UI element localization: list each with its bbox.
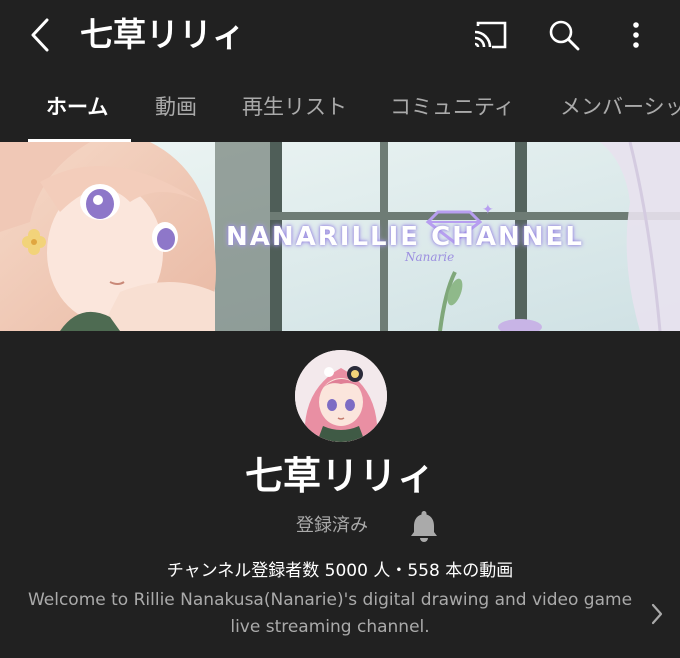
cast-button[interactable] xyxy=(468,14,512,56)
channel-description[interactable]: Welcome to Rillie Nanakusa(Nanarie)'s di… xyxy=(20,587,640,641)
tab-playlists[interactable]: 再生リスト xyxy=(242,90,347,124)
channel-name: 七草リリィ xyxy=(244,454,435,498)
channel-avatar[interactable] xyxy=(295,350,387,442)
chevron-left-icon xyxy=(31,18,49,52)
channel-tabs: ホーム 動画 再生リスト コミュニティ メンバーシップ xyxy=(0,72,680,142)
avatar-image xyxy=(295,350,387,442)
search-button[interactable] xyxy=(542,14,586,56)
subscribed-button[interactable]: 登録済み xyxy=(296,510,368,542)
svg-text:✦: ✦ xyxy=(482,202,494,218)
tab-community[interactable]: コミュニティ xyxy=(390,90,515,124)
cast-icon xyxy=(474,21,507,49)
channel-page: 七草リリィ ホーム 動画 再生リスト コミュニティ メンバーシッ ✦ NANAR… xyxy=(0,0,680,658)
more-options-button[interactable] xyxy=(614,14,658,56)
tab-membership[interactable]: メンバーシップ xyxy=(560,90,680,124)
notification-bell-button[interactable] xyxy=(406,508,442,544)
banner-subtitle: Nanarie xyxy=(405,250,455,264)
banner-title: NANARILLIE CHANNEL xyxy=(226,222,584,252)
chevron-right-icon xyxy=(651,603,663,625)
channel-banner: ✦ NANARILLIE CHANNEL Nanarie xyxy=(0,142,680,331)
channel-stats: チャンネル登録者数 5000 人・558 本の動画 xyxy=(166,561,514,581)
about-expand-button[interactable] xyxy=(644,598,670,630)
tab-videos[interactable]: 動画 xyxy=(155,90,197,124)
search-icon xyxy=(549,20,580,51)
back-button[interactable] xyxy=(22,14,58,56)
more-vertical-icon xyxy=(633,22,639,48)
app-bar-title: 七草リリィ xyxy=(80,15,245,54)
tab-home[interactable]: ホーム xyxy=(46,90,108,124)
bell-icon xyxy=(411,511,437,542)
top-app-bar: 七草リリィ xyxy=(0,0,680,72)
subscription-row: 登録済み xyxy=(0,506,680,546)
